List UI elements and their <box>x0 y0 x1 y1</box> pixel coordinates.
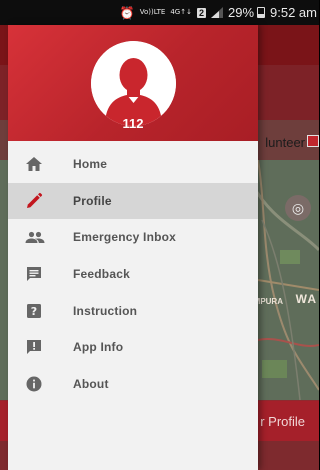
menu-item-label: Emergency Inbox <box>73 230 177 245</box>
drawer-menu: Home Profile Emergency Inbox Feedback ? … <box>8 146 258 402</box>
sim-indicator: 2 <box>196 7 206 18</box>
update-profile-label: r Profile <box>260 413 305 429</box>
network-type-indicator: 4G ↑↓ <box>170 8 192 16</box>
menu-item-label: Instruction <box>73 303 138 318</box>
menu-item-label: App Info <box>73 340 124 355</box>
map-label-area: MPURA <box>253 297 283 306</box>
menu-item-instruction[interactable]: ? Instruction <box>8 292 258 329</box>
volte-indicator: Vo)) LTE <box>139 8 166 16</box>
status-bar: ⏰ Vo)) LTE 4G ↑↓ 2 29% 9:52 am <box>0 0 319 25</box>
drawer-header: 112 <box>8 25 258 141</box>
battery-icon <box>257 7 266 18</box>
volunteer-checkbox[interactable] <box>307 135 319 147</box>
menu-item-label: Feedback <box>73 267 130 282</box>
volunteer-label: lunteer <box>265 135 305 150</box>
menu-item-label: Home <box>73 157 108 172</box>
menu-item-home[interactable]: Home <box>8 146 258 183</box>
avatar[interactable] <box>91 41 176 126</box>
gps-locate-icon[interactable]: ◎ <box>285 195 311 221</box>
menu-item-label: About <box>73 376 109 391</box>
people-icon <box>25 228 45 246</box>
menu-item-app-info[interactable]: App Info <box>8 329 258 366</box>
menu-item-feedback[interactable]: Feedback <box>8 256 258 293</box>
map-label-area-large: WA <box>295 292 317 306</box>
user-id-label: 112 <box>122 116 144 131</box>
navigation-drawer: 112 Home Profile Emergency Inbox Feedbac… <box>8 25 258 470</box>
clock: 9:52 am <box>270 5 317 20</box>
menu-item-label: Profile <box>73 193 112 208</box>
menu-item-profile[interactable]: Profile <box>8 182 258 220</box>
pencil-icon <box>25 192 43 210</box>
menu-item-about[interactable]: About <box>8 366 258 403</box>
signal-strength-icon <box>210 7 223 18</box>
svg-text:?: ? <box>31 305 37 318</box>
feedback-icon <box>25 265 43 283</box>
menu-item-emergency-inbox[interactable]: Emergency Inbox <box>8 219 258 256</box>
home-icon <box>25 155 43 173</box>
help-icon: ? <box>25 302 43 320</box>
battery-percent: 29% <box>227 5 255 20</box>
info-icon <box>25 375 43 393</box>
alert-message-icon <box>25 338 43 356</box>
alarm-icon: ⏰ <box>119 5 135 20</box>
